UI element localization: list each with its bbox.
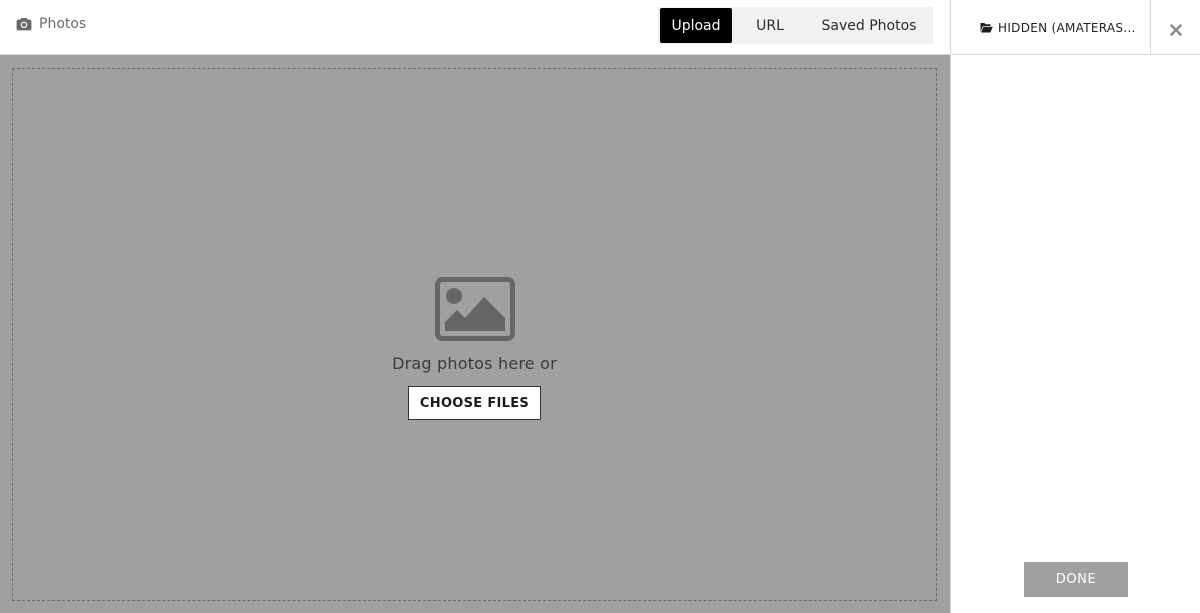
close-icon <box>1170 24 1182 36</box>
sidebar-header: HIDDEN (AMATERAS... <box>951 0 1200 55</box>
sidebar: HIDDEN (AMATERAS... DONE <box>950 0 1200 613</box>
folder-label: HIDDEN (AMATERAS... <box>998 20 1136 35</box>
dropzone-area: Drag photos here or CHOOSE FILES <box>0 55 950 613</box>
image-icon <box>434 277 515 341</box>
dropzone[interactable]: Drag photos here or CHOOSE FILES <box>12 68 937 601</box>
dropzone-content: Drag photos here or CHOOSE FILES <box>13 277 936 420</box>
dropzone-prompt: Drag photos here or <box>392 354 557 373</box>
page-title-label: Photos <box>39 16 87 32</box>
choose-files-button[interactable]: CHOOSE FILES <box>408 386 541 420</box>
page-title: Photos <box>16 14 86 34</box>
tab-url[interactable]: URL <box>732 8 808 43</box>
folder-selector[interactable]: HIDDEN (AMATERAS... <box>951 0 1151 55</box>
tab-saved-photos[interactable]: Saved Photos <box>808 8 930 43</box>
main-panel: Photos Upload URL Saved Photos Drag phot… <box>0 0 950 613</box>
close-button[interactable] <box>1151 0 1200 60</box>
source-tabs: Upload URL Saved Photos <box>658 7 933 44</box>
folder-open-icon <box>980 23 993 33</box>
top-bar: Photos Upload URL Saved Photos <box>0 0 950 55</box>
done-button[interactable]: DONE <box>1024 562 1128 597</box>
tab-upload[interactable]: Upload <box>660 8 732 43</box>
photo-upload-dialog: Photos Upload URL Saved Photos Drag phot… <box>0 0 1200 613</box>
camera-icon <box>16 18 32 31</box>
